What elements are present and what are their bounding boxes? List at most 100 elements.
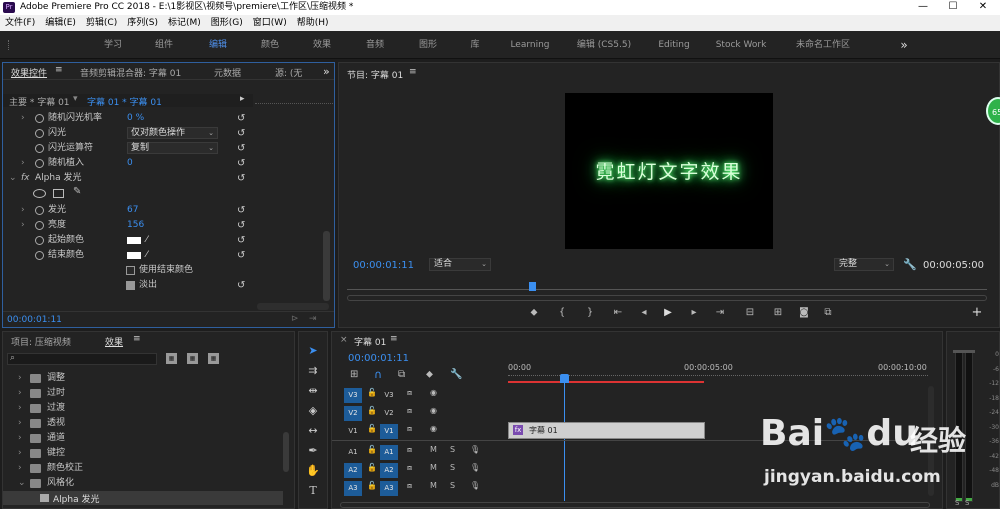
- workspace-tab-editing[interactable]: 编辑: [198, 31, 238, 59]
- reset-icon[interactable]: ↺: [237, 171, 245, 186]
- microphone-icon[interactable]: 🎙: [470, 481, 480, 490]
- track-target-a3[interactable]: A3: [380, 481, 398, 496]
- playback-quality-dropdown[interactable]: 完整 ⌄: [834, 258, 894, 271]
- reset-icon[interactable]: ↺: [237, 218, 245, 233]
- zoom-fit-dropdown[interactable]: 适合 ⌄: [429, 258, 491, 271]
- expand-chevron-icon[interactable]: ›: [18, 371, 22, 386]
- stopwatch-icon[interactable]: [35, 236, 44, 245]
- tab-source[interactable]: 源: (无: [275, 66, 302, 79]
- expand-chevron-icon[interactable]: ›: [18, 431, 22, 446]
- panel-menu-icon[interactable]: ≡: [409, 67, 417, 77]
- param-value[interactable]: 156: [127, 218, 144, 233]
- chevron-down-icon[interactable]: ▾: [73, 94, 78, 104]
- hand-tool-icon[interactable]: ✋: [304, 462, 322, 480]
- close-button[interactable]: ✕: [968, 0, 998, 15]
- bin-item[interactable]: › 过时: [3, 386, 293, 401]
- workspace-tab-unnamed[interactable]: 未命名工作区: [788, 31, 858, 59]
- expand-chevron-icon[interactable]: ›: [21, 111, 25, 126]
- 32bit-effects-icon[interactable]: ▦: [187, 353, 198, 364]
- reset-icon[interactable]: ↺: [237, 126, 245, 141]
- program-monitor-title[interactable]: 节目: 字幕 01: [347, 68, 403, 81]
- comparison-view-icon[interactable]: ⧉: [821, 306, 835, 320]
- stopwatch-icon[interactable]: [35, 144, 44, 153]
- lift-icon[interactable]: ⊟: [743, 306, 757, 320]
- play-triangle-icon[interactable]: ▸: [240, 94, 245, 104]
- lock-icon[interactable]: 🔓: [367, 445, 377, 454]
- expand-chevron-icon[interactable]: ›: [21, 218, 25, 233]
- workspace-tab-editing-cs55[interactable]: 编辑 (CS5.5): [573, 31, 635, 59]
- yuv-effects-icon[interactable]: ▦: [208, 353, 219, 364]
- stopwatch-icon[interactable]: [35, 251, 44, 260]
- bin-item[interactable]: › 调整: [3, 371, 293, 386]
- expand-chevron-icon[interactable]: ›: [18, 386, 22, 401]
- fade-out-checkbox[interactable]: [126, 281, 135, 290]
- add-button-icon[interactable]: +: [970, 306, 984, 320]
- export-icon[interactable]: ⇥: [309, 314, 317, 324]
- video-preview[interactable]: 霓虹灯文字效果: [565, 93, 773, 249]
- stopwatch-icon[interactable]: [35, 221, 44, 230]
- go-to-in-icon[interactable]: ⇤: [611, 306, 625, 320]
- bin-item[interactable]: › 通道: [3, 431, 293, 446]
- menu-edit[interactable]: 编辑(E): [40, 15, 81, 31]
- step-back-icon[interactable]: ◂: [637, 306, 651, 320]
- workspace-tab-audio[interactable]: 音频: [358, 31, 392, 59]
- pen-tool-icon[interactable]: ✒: [304, 442, 322, 460]
- eye-icon[interactable]: ◉: [430, 388, 437, 397]
- bin-item[interactable]: › 透视: [3, 416, 293, 431]
- stopwatch-icon[interactable]: [35, 129, 44, 138]
- step-forward-icon[interactable]: ▸: [687, 306, 701, 320]
- workspace-tab-learning-en[interactable]: Learning: [505, 31, 555, 59]
- bin-item-expanded[interactable]: ⌄ 风格化: [3, 476, 293, 491]
- track-target-v2[interactable]: V2: [380, 406, 398, 421]
- wrench-settings-icon[interactable]: 🔧: [450, 369, 462, 380]
- lock-icon[interactable]: 🔓: [367, 481, 377, 490]
- expand-chevron-icon[interactable]: ›: [18, 461, 22, 476]
- workspace-tab-color[interactable]: 颜色: [254, 31, 286, 59]
- track-target-v3[interactable]: V3: [380, 388, 398, 403]
- rectangle-mask-icon[interactable]: [53, 189, 64, 198]
- eye-icon[interactable]: ◉: [430, 406, 437, 415]
- workspace-tab-assembly[interactable]: 组件: [147, 31, 181, 59]
- add-marker-icon[interactable]: ⬥: [426, 369, 433, 380]
- sync-lock-icon[interactable]: ⧈: [407, 463, 412, 473]
- title-clip[interactable]: fx 字幕 01: [508, 422, 705, 439]
- reset-icon[interactable]: ↺: [237, 278, 245, 293]
- lock-icon[interactable]: 🔓: [367, 463, 377, 472]
- stopwatch-icon[interactable]: [35, 206, 44, 215]
- reset-icon[interactable]: ↺: [237, 156, 245, 171]
- panel-menu-icon[interactable]: ≡: [55, 65, 63, 75]
- expand-chevron-icon[interactable]: ›: [18, 416, 22, 431]
- workspace-tab-graphics[interactable]: 图形: [411, 31, 445, 59]
- param-value[interactable]: 67: [127, 203, 138, 218]
- track-target-v1[interactable]: V1: [380, 424, 398, 439]
- reset-icon[interactable]: ↺: [237, 248, 245, 263]
- source-patch-v1[interactable]: V1: [344, 424, 362, 439]
- slip-tool-icon[interactable]: ↔: [304, 422, 322, 440]
- pen-mask-icon[interactable]: ✎: [73, 186, 81, 197]
- collapse-chevron-icon[interactable]: ⌄: [18, 476, 26, 491]
- vertical-scrollbar[interactable]: [283, 432, 289, 472]
- mute-button[interactable]: M: [430, 445, 437, 454]
- source-patch-v2[interactable]: V2: [344, 406, 362, 421]
- meter-solo-left[interactable]: S: [955, 499, 959, 507]
- time-ruler[interactable]: 00:00 00:00:05:00 00:00:10:00: [508, 363, 928, 385]
- tab-effects[interactable]: 效果: [105, 335, 123, 348]
- panel-menu-icon[interactable]: ≡: [390, 334, 398, 344]
- microphone-icon[interactable]: 🎙: [470, 463, 480, 472]
- mute-button[interactable]: M: [430, 463, 437, 472]
- effect-controls-timecode[interactable]: 00:00:01:11: [7, 315, 62, 325]
- menu-file[interactable]: 文件(F): [0, 15, 40, 31]
- mark-out-icon[interactable]: }: [583, 306, 597, 320]
- reset-icon[interactable]: ↺: [237, 141, 245, 156]
- expand-chevron-icon[interactable]: ›: [21, 156, 25, 171]
- nest-sequence-icon[interactable]: ⊞: [350, 369, 358, 380]
- workspace-more-button[interactable]: »: [894, 31, 914, 59]
- panel-more-button[interactable]: »: [323, 65, 330, 78]
- fx-icon[interactable]: fx: [21, 171, 30, 186]
- meter-clip-indicator[interactable]: [953, 350, 975, 353]
- playhead-handle[interactable]: [560, 374, 569, 383]
- menu-window[interactable]: 窗口(W): [248, 15, 292, 31]
- track-select-tool-icon[interactable]: ⇉: [304, 362, 322, 380]
- sync-lock-icon[interactable]: ⧈: [407, 388, 412, 398]
- stopwatch-icon[interactable]: [35, 114, 44, 123]
